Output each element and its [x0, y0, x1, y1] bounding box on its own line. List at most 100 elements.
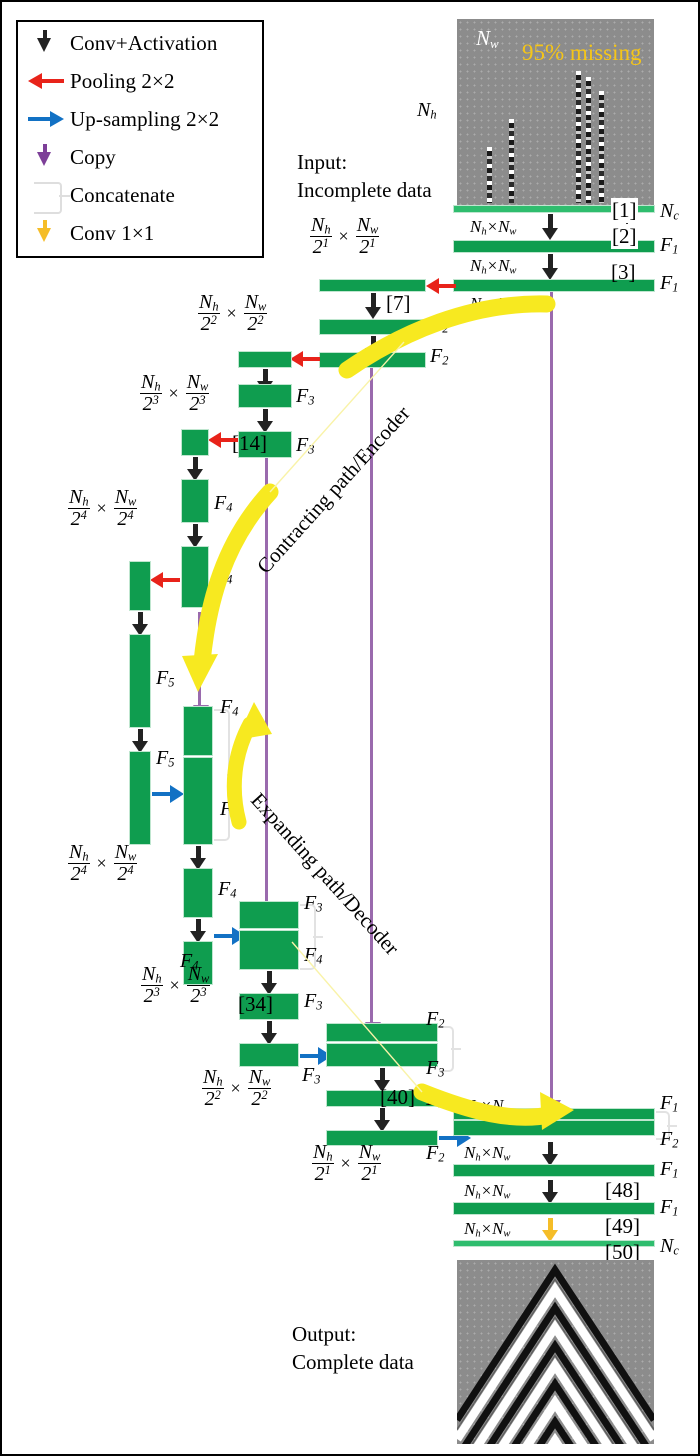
channel-label-F1-b: F1	[660, 272, 679, 295]
legend-item-concatenate: Concatenate	[24, 176, 175, 214]
decoder-bar-L3-up	[240, 931, 298, 969]
pooling-arrow-L1	[290, 351, 320, 367]
channel-label-F4-dec2: F4	[218, 878, 237, 901]
size-label-L0-1: Nh×Nw	[470, 217, 517, 238]
conv-1x1-arrow	[542, 1218, 558, 1242]
feature-bar-L3-a	[182, 430, 208, 455]
output-caption-line1: Output:	[292, 1322, 357, 1346]
encoder-path-label: Contracting path/Encoder	[252, 401, 415, 579]
missing-percentage-label: 95% missing	[522, 40, 642, 65]
decoder-bar-L4-up	[184, 758, 212, 844]
input-width-label: Nw	[476, 26, 499, 51]
size-label-dec-3: Nh×Nw	[464, 1181, 511, 1202]
output-waveform-icon	[457, 1263, 654, 1444]
pooling-arrow-L0	[426, 278, 456, 294]
decoder-bar-L3-conv2	[240, 1044, 298, 1066]
layer-index-40: [40]	[380, 1085, 415, 1109]
dimension-label-L1: Nh 21 × Nw 21	[309, 214, 379, 259]
channel-label-Nc-in: Nc	[660, 200, 679, 223]
upsampling-arrow-L4	[152, 785, 184, 803]
channel-label-F5-b: F5	[156, 747, 175, 770]
left-arrow-icon	[24, 62, 70, 100]
conv-arrow-1	[542, 214, 558, 240]
channel-label-F2-dec4: F2	[660, 1128, 679, 1151]
decoder-bar-L2-up	[327, 1044, 437, 1066]
dimension-label-L3: Nh 23 × Nw 23	[139, 371, 209, 416]
layer-index-1: [1]	[611, 198, 638, 223]
channel-label-F3-dec3: F3	[302, 1064, 321, 1087]
channel-label-F2-dec3: F2	[426, 1142, 445, 1165]
layer-index-2: [2]	[611, 224, 638, 249]
dimension-label-L3b: Nh 23 × Nw 23	[140, 963, 210, 1008]
channel-label-F2-dec: F2	[426, 1008, 445, 1031]
layer-index-49: [49]	[605, 1214, 640, 1238]
copy-line-level3	[198, 612, 201, 707]
legend-item-copy: Copy	[24, 138, 116, 176]
legend-label: Conv+Activation	[70, 30, 218, 55]
legend-item-upsampling: Up-sampling 2×2	[24, 100, 219, 138]
legend-label: Concatenate	[70, 182, 175, 207]
conv-arrow-3	[365, 293, 381, 319]
size-label-dec-4: Nh×Nw	[464, 1219, 511, 1240]
dimension-label-L2: Nh 22 × Nw 22	[197, 291, 267, 336]
layer-index-3: [3]	[611, 260, 636, 284]
legend-label: Conv 1×1	[70, 220, 155, 245]
decoder-bar-L0-c2	[454, 1203, 654, 1214]
conv-arrow-12	[190, 919, 206, 943]
down-arrow-icon	[24, 138, 70, 176]
conv-arrow-10	[132, 729, 148, 753]
pooling-arrow-L2	[208, 432, 238, 448]
feature-bar-L1-c	[320, 353, 425, 367]
layer-index-34: [34]	[238, 992, 273, 1016]
dimension-label-L4: Nh 24 × Nw 24	[67, 486, 137, 531]
conv-arrow-9	[132, 612, 148, 636]
feature-bar-L2-a	[239, 352, 291, 367]
layer-index-7: [7]	[386, 291, 411, 315]
conv-arrow-16	[374, 1108, 390, 1132]
decoder-bar-L0-up	[454, 1121, 654, 1135]
legend-item-pooling: Pooling 2×2	[24, 62, 175, 100]
conv-arrow-8	[187, 524, 203, 548]
conv-arrow-2	[542, 254, 558, 280]
input-caption-line1: Input:	[297, 150, 348, 174]
channel-label-F2-a: F2	[430, 313, 449, 336]
conv-arrow-11	[190, 846, 206, 870]
feature-bar-L4-a	[130, 562, 150, 610]
decoder-bar-L0-c1	[454, 1165, 654, 1176]
channel-label-F1-dec: F1	[660, 1092, 679, 1115]
channel-label-F5-dec: F5	[220, 798, 239, 821]
layer-index-48: [48]	[605, 1178, 640, 1202]
legend-label: Pooling 2×2	[70, 68, 175, 93]
feature-bar-L3-b	[182, 480, 208, 522]
down-arrow-icon	[24, 24, 70, 62]
channel-label-F2-dec2: F2	[426, 1088, 445, 1111]
channel-label-F4-a: F4	[214, 492, 233, 515]
channel-label-F4-dec4: F4	[304, 944, 323, 967]
conv-arrow-7	[187, 457, 203, 481]
feature-bar-L4-c	[130, 752, 150, 844]
channel-label-F3-dec4: F3	[426, 1057, 445, 1080]
decoder-bar-L4-conv	[184, 869, 212, 917]
legend-box: Conv+Activation Pooling 2×2 Up-sampling …	[16, 20, 264, 258]
conv-arrow-18	[542, 1180, 558, 1204]
channel-label-F4-b: F4	[214, 564, 233, 587]
channel-label-F5-a: F5	[156, 667, 175, 690]
pooling-arrow-L3	[150, 572, 180, 588]
channel-label-F3-dec2: F3	[304, 990, 323, 1013]
legend-label: Copy	[70, 144, 116, 169]
conv-arrow-17	[542, 1142, 558, 1166]
decoder-bar-L4-copy	[184, 707, 212, 755]
output-image	[457, 1260, 654, 1444]
channel-label-F4-dec: F4	[220, 696, 239, 719]
dimension-label-L2b: Nh 22 × Nw 22	[201, 1066, 271, 1111]
channel-label-F3-dec: F3	[304, 892, 323, 915]
dimension-label-L4b: Nh 24 × Nw 24	[67, 841, 137, 886]
size-label-dec-2: Nh×Nw	[464, 1143, 511, 1164]
conv-arrow-14	[261, 1021, 277, 1045]
input-height-label: Nh	[417, 99, 437, 122]
output-caption-line2: Complete data	[292, 1350, 414, 1374]
decoder-bar-L2-copy	[327, 1024, 437, 1041]
legend-label: Up-sampling 2×2	[70, 106, 220, 131]
size-label-dec-1: Nh×Nw	[464, 1096, 511, 1117]
conv-arrow-6	[257, 409, 273, 433]
